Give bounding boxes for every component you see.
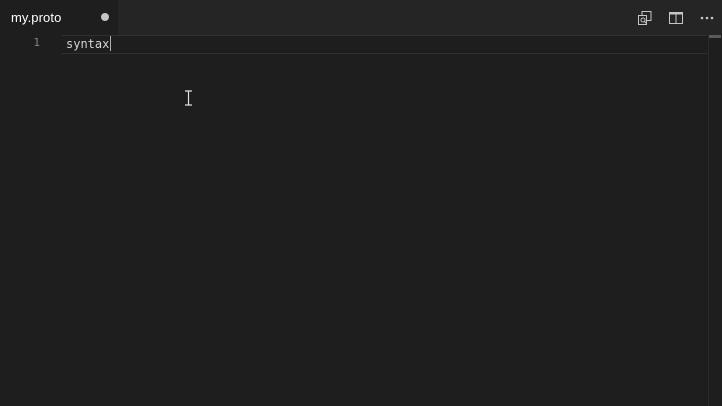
line-number: 1 — [33, 36, 40, 49]
open-preview-icon[interactable] — [629, 0, 660, 35]
editor-actions — [629, 0, 722, 35]
current-line-highlight — [62, 35, 707, 54]
more-actions-icon[interactable] — [691, 0, 722, 35]
tab-my-proto[interactable]: my.proto — [0, 0, 119, 35]
code-line-text: syntax — [66, 37, 110, 51]
editor-window: my.proto 1 syntax — [0, 0, 722, 406]
text-caret — [110, 36, 112, 51]
code-line[interactable]: syntax — [66, 36, 112, 51]
tab-label: my.proto — [11, 10, 62, 25]
text-cursor-icon — [185, 90, 192, 106]
code-editor[interactable]: 1 syntax — [0, 35, 722, 406]
vertical-scrollbar[interactable] — [708, 35, 722, 406]
overview-ruler-mark — [709, 35, 721, 38]
unsaved-dot-icon[interactable] — [101, 13, 109, 21]
split-editor-icon[interactable] — [660, 0, 691, 35]
tab-bar: my.proto — [0, 0, 722, 35]
